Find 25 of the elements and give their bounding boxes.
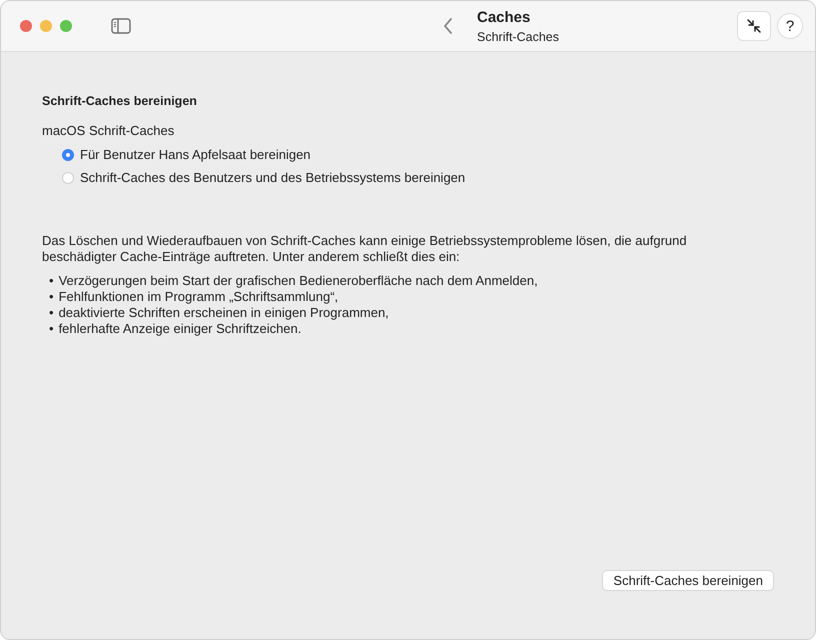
group-label: macOS Schrift-Caches (42, 123, 176, 138)
window-subtitle: Schrift-Caches (477, 30, 559, 44)
help-button[interactable]: ? (777, 13, 803, 39)
radio-button[interactable] (62, 148, 74, 160)
radio-label[interactable]: Für Benutzer Hans Apfelsaat bereinigen (80, 147, 311, 162)
sidebar-icon[interactable] (111, 18, 131, 34)
bullet-mark: • (49, 321, 54, 337)
back-icon[interactable] (443, 17, 453, 35)
clear-caches-button[interactable]: Schrift-Caches bereinigen (602, 570, 774, 591)
radio-button[interactable] (62, 172, 74, 184)
zoom-button[interactable] (60, 20, 72, 32)
bullet-text: Fehlfunktionen im Programm „Schriftsammlung“, (58, 289, 338, 305)
bullet-text: Verzögerungen beim Start der grafischen Bedieneroberfläche nach dem Anmelden, (58, 273, 538, 289)
bullet-text: fehlerhafte Anzeige einiger Schriftzeichen. (58, 321, 302, 337)
radio-label[interactable]: Schrift-Caches des Benutzers und des Betriebssystems bereinigen (80, 170, 466, 185)
section-heading: Schrift-Caches bereinigen (42, 94, 198, 108)
description-text: Das Löschen und Wiederaufbauen von Schrift-Caches kann einige Betriebssystemprobleme lösen, die aufgrund beschädigter Cache-Einträge auftreten. Unter anderem schließt dies ein: (42, 233, 688, 265)
close-button[interactable] (20, 20, 32, 32)
collapse-arrows-icon (746, 18, 762, 34)
collapse-button[interactable] (737, 11, 771, 41)
bullet-mark: • (49, 305, 54, 321)
bullet-mark: • (49, 273, 54, 289)
window-title: Caches (477, 8, 532, 26)
bullet-mark: • (49, 289, 54, 305)
bullet-text: deaktivierte Schriften erscheinen in einigen Programmen, (58, 305, 389, 321)
